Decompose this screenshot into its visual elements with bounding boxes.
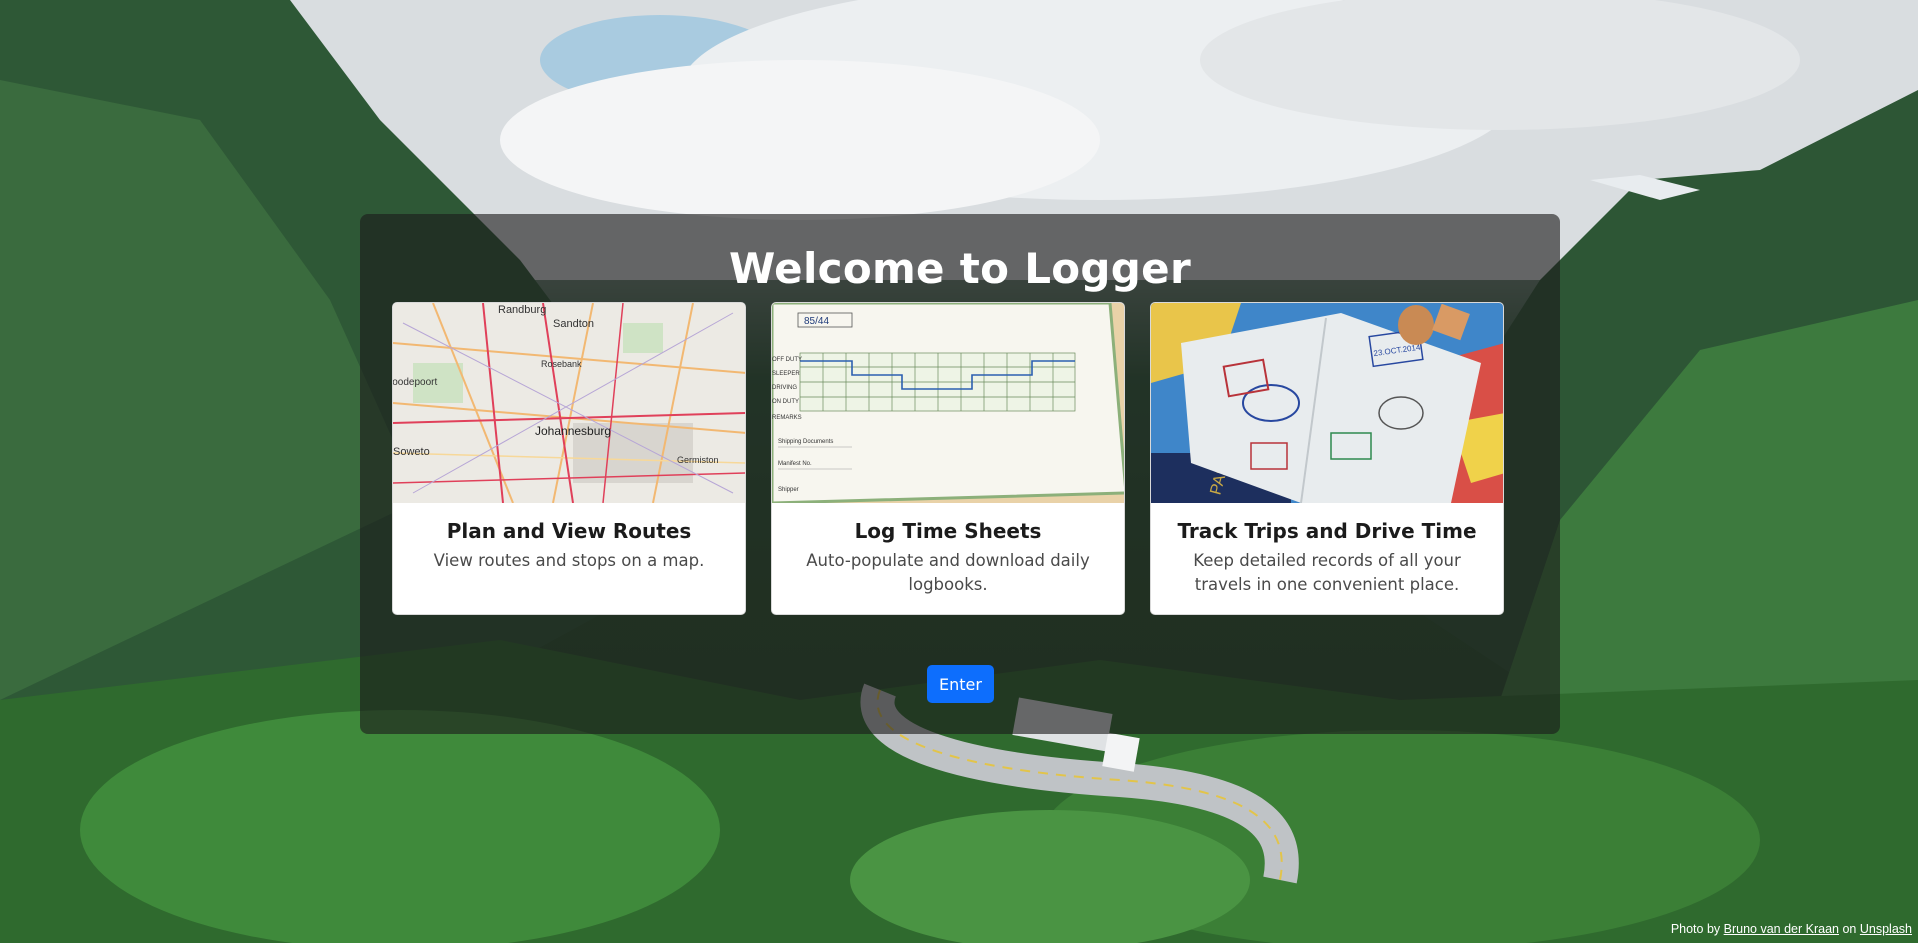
log-label: Shipper [778,487,799,493]
card-description: Keep detailed records of all your travel… [1193,551,1461,594]
log-label: Manifest No. [778,461,812,467]
passport-image: PASSPORT 23.OCT.2014 [1151,303,1503,503]
photo-credit: Photo by Bruno van der Kraan on Unsplash [1671,922,1912,936]
log-label: ON DUTY [772,399,799,405]
log-label: Shipping Documents [778,439,833,445]
enter-button[interactable]: Enter [927,665,994,703]
log-label: 85/44 [804,316,829,327]
map-label: Roodepoort [393,377,437,388]
feature-card-timesheets: 85/44 OFF DUTY SLEEPER DRIVING ON DUTY R… [771,302,1125,615]
card-description: Auto-populate and download daily logbook… [806,551,1090,594]
card-description: View routes and stops on a map. [433,551,705,570]
log-label: DRIVING [772,385,797,391]
log-label: OFF DUTY [772,357,802,363]
credit-middle: on [1842,922,1857,936]
card-title: Track Trips and Drive Time [1177,519,1477,543]
map-label: Germiston [677,455,719,465]
card-title: Plan and View Routes [446,519,692,543]
log-label: REMARKS [772,415,802,421]
map-label: Sandton [553,318,594,330]
feature-card-trips: PASSPORT 23.OCT.2014 Track Trips and Dri… [1150,302,1504,615]
unsplash-link[interactable]: Unsplash [1860,922,1912,936]
credit-prefix: Photo by [1670,922,1721,936]
card-title: Log Time Sheets [854,519,1042,543]
feature-card-routes: Randburg Sandton Rosebank Johannesburg G… [392,302,746,615]
logbook-image: 85/44 OFF DUTY SLEEPER DRIVING ON DUTY R… [772,303,1124,503]
photographer-link[interactable]: Bruno van der Kraan [1724,922,1839,936]
map-label: Randburg [498,304,546,316]
welcome-panel: Welcome to Logger Randburg Sandton Roseb… [360,214,1560,734]
map-label: Johannesburg [535,424,611,438]
map-label: Soweto [393,446,430,458]
page-title: Welcome to Logger [729,244,1191,293]
log-label: SLEEPER [772,371,800,377]
map-label: Rosebank [541,359,582,369]
map-image: Randburg Sandton Rosebank Johannesburg G… [393,303,745,503]
